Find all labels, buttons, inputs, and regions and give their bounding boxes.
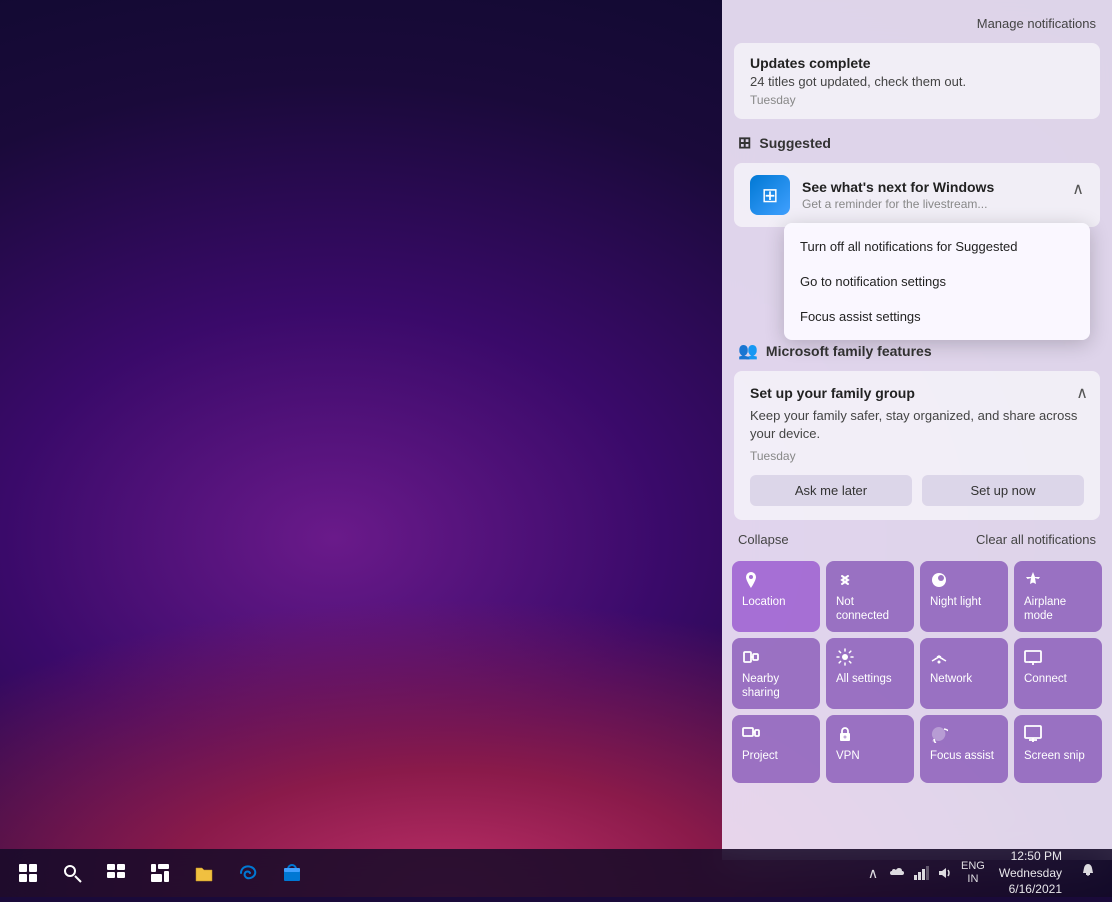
ask-me-later-button[interactable]: Ask me later (750, 475, 912, 506)
location-label: Location (742, 596, 785, 610)
widgets-button[interactable] (140, 853, 180, 893)
bluetooth-label: Not connected (836, 596, 904, 624)
qa-tile-network[interactable]: Network (920, 638, 1008, 709)
family-icon: 👥 (738, 341, 758, 361)
qa-tile-vpn[interactable]: VPN (826, 715, 914, 783)
network-label: Network (930, 673, 972, 687)
collapse-link[interactable]: Collapse (738, 532, 789, 547)
location-icon (742, 571, 760, 592)
file-explorer-button[interactable] (184, 853, 224, 893)
suggested-section-header: ⊞ Suggested (722, 123, 1112, 159)
taskbar: ∧ ENG (0, 849, 1112, 897)
airplane-mode-icon (1024, 571, 1042, 592)
airplane-mode-label: Airplane mode (1024, 596, 1092, 624)
notification-bell[interactable] (1076, 859, 1100, 888)
suggested-subtitle: Get a reminder for the livestream... (802, 197, 994, 211)
network-icon (930, 648, 948, 669)
store-button[interactable] (272, 853, 312, 893)
family-label: Microsoft family features (766, 343, 932, 359)
manage-notifications-link[interactable]: Manage notifications (722, 12, 1112, 39)
onedrive-icon[interactable] (887, 863, 907, 883)
qa-tile-screen-snip[interactable]: Screen snip (1014, 715, 1102, 783)
notif-title: Updates complete (750, 55, 1084, 71)
qa-tile-project[interactable]: Project (732, 715, 820, 783)
suggested-chevron-button[interactable]: ∧ (1068, 175, 1088, 203)
qa-tile-nearby-sharing[interactable]: Nearby sharing (732, 638, 820, 709)
night-light-label: Night light (930, 596, 981, 610)
notification-panel: Manage notifications Updates complete 24… (722, 0, 1112, 860)
suggested-card-text: See what's next for Windows Get a remind… (802, 179, 994, 211)
language-indicator[interactable]: ENG IN (961, 860, 985, 886)
suggested-title: See what's next for Windows (802, 179, 994, 195)
context-menu-item-notif-settings[interactable]: Go to notification settings (784, 264, 1090, 299)
family-card-chevron[interactable]: ∧ (1076, 383, 1088, 403)
screen-snip-label: Screen snip (1024, 750, 1085, 764)
collapse-clear-bar: Collapse Clear all notifications (722, 524, 1112, 555)
connect-icon (1024, 648, 1042, 669)
vpn-label: VPN (836, 750, 860, 764)
qa-tile-airplane-mode[interactable]: Airplane mode (1014, 561, 1102, 632)
network-tray-icon[interactable] (911, 863, 931, 883)
family-card-actions: Ask me later Set up now (750, 475, 1084, 506)
context-menu-item-turn-off[interactable]: Turn off all notifications for Suggested (784, 229, 1090, 264)
family-card-body: Keep your family safer, stay organized, … (750, 407, 1084, 443)
project-label: Project (742, 750, 778, 764)
context-menu: Turn off all notifications for Suggested… (784, 223, 1090, 340)
start-button[interactable] (8, 853, 48, 893)
task-view-button[interactable] (96, 853, 136, 893)
qa-tile-location[interactable]: Location (732, 561, 820, 632)
clear-all-link[interactable]: Clear all notifications (976, 532, 1096, 547)
clock-time: 12:50 PM (999, 848, 1062, 865)
set-up-now-button[interactable]: Set up now (922, 475, 1084, 506)
tray-chevron[interactable]: ∧ (863, 863, 883, 883)
qa-tile-focus-assist[interactable]: Focus assist (920, 715, 1008, 783)
nearby-sharing-icon (742, 648, 760, 669)
search-button[interactable] (52, 853, 92, 893)
family-card: ∧ Set up your family group Keep your fam… (734, 371, 1100, 520)
focus-assist-icon (930, 725, 948, 746)
nearby-sharing-label: Nearby sharing (742, 673, 810, 701)
night-light-icon (930, 571, 948, 592)
suggested-icon: ⊞ (738, 133, 751, 153)
all-settings-label: All settings (836, 673, 892, 687)
all-settings-icon (836, 648, 854, 669)
suggested-label: Suggested (759, 135, 831, 151)
qa-tile-bluetooth[interactable]: Not connected (826, 561, 914, 632)
quick-actions-grid: Location Not connected Night light Airplane… (722, 555, 1112, 788)
suggested-card: ⊞ See what's next for Windows Get a remi… (734, 163, 1100, 227)
context-menu-item-focus-assist[interactable]: Focus assist settings (784, 299, 1090, 334)
vpn-icon (836, 725, 854, 746)
notif-body: 24 titles got updated, check them out. (750, 74, 1084, 89)
focus-assist-label: Focus assist (930, 750, 994, 764)
clock-full-date: 6/16/2021 (999, 881, 1062, 898)
taskbar-right: ∧ ENG (863, 844, 1112, 902)
suggested-app-icon: ⊞ (750, 175, 790, 215)
system-tray: ∧ (863, 863, 955, 883)
family-card-title: Set up your family group (750, 385, 1084, 401)
screen-snip-icon (1024, 725, 1042, 746)
clock-date: Wednesday (999, 865, 1062, 882)
qa-tile-connect[interactable]: Connect (1014, 638, 1102, 709)
project-icon (742, 725, 760, 746)
connect-label: Connect (1024, 673, 1067, 687)
suggested-card-header: ⊞ See what's next for Windows Get a remi… (734, 163, 1100, 227)
updates-notification-card: Updates complete 24 titles got updated, … (734, 43, 1100, 119)
edge-button[interactable] (228, 853, 268, 893)
volume-tray-icon[interactable] (935, 863, 955, 883)
taskbar-left (0, 853, 312, 893)
family-card-time: Tuesday (750, 449, 1084, 463)
qa-tile-all-settings[interactable]: All settings (826, 638, 914, 709)
notif-time: Tuesday (750, 93, 1084, 107)
qa-tile-night-light[interactable]: Night light (920, 561, 1008, 632)
bluetooth-icon (836, 571, 854, 592)
clock[interactable]: 12:50 PM Wednesday 6/16/2021 (991, 844, 1070, 902)
